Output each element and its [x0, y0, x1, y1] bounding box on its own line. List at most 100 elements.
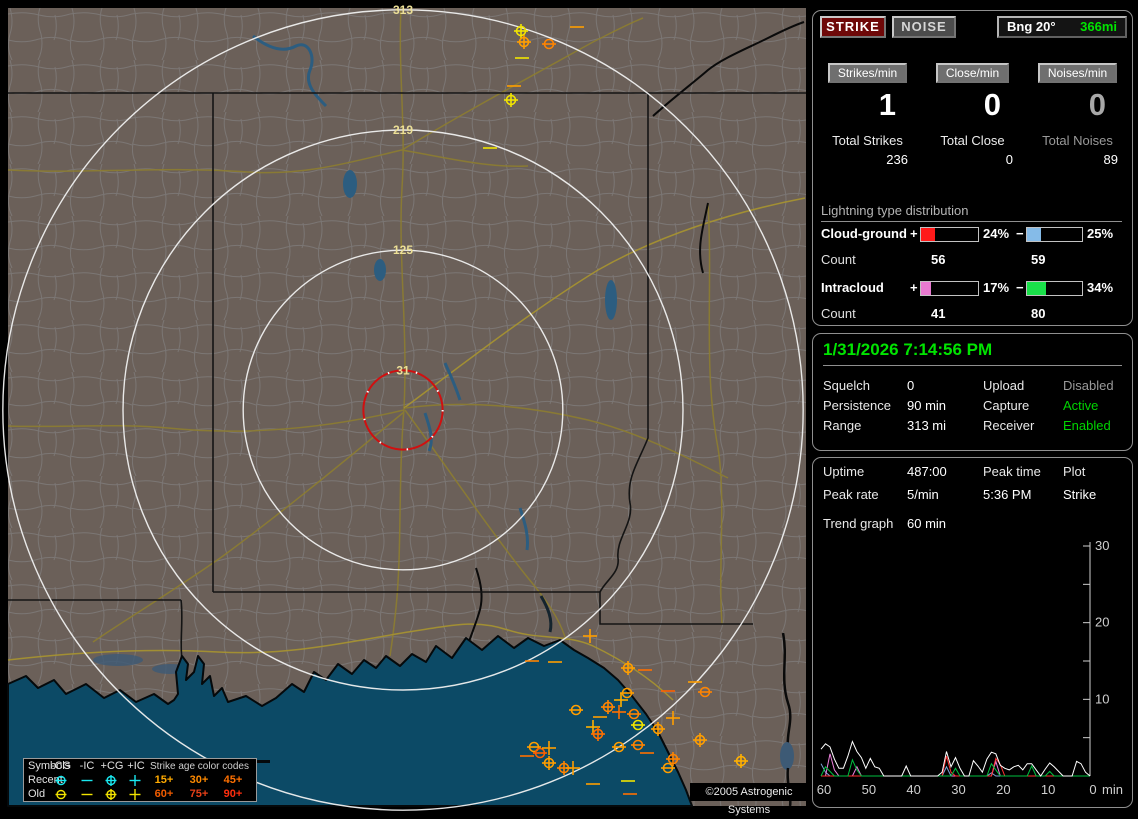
uptime-value: 487:00: [907, 464, 947, 479]
uptime-label: Uptime: [823, 464, 864, 479]
legend-ic_neg-icon: [78, 788, 96, 801]
bearing-display: Bng 20° 366mi: [997, 16, 1127, 38]
age-code-60: 60+: [150, 788, 178, 800]
total-close-value: 0: [924, 152, 1021, 167]
cg-pos-count: 56: [931, 252, 945, 267]
age-code-90: 90+: [219, 788, 247, 800]
intracloud-row: Intracloud + 17% − 34%: [813, 280, 1132, 298]
trend-y-tick-label: 10: [1095, 691, 1109, 706]
app-window: { "header": { "strike_button": "STRIKE",…: [0, 0, 1138, 812]
distribution-title: Lightning type distribution: [821, 203, 1122, 222]
trend-graph-value: 60 min: [907, 516, 946, 531]
range-ring-label: 219: [393, 123, 413, 137]
ic-neg-count: 80: [1031, 306, 1045, 321]
stats-box: STRIKE NOISE Bng 20° 366mi Strikes/min 1…: [812, 10, 1133, 326]
persistence-label: Persistence: [823, 398, 891, 413]
map-canvas: 12521931331: [8, 8, 806, 806]
legend-col-ic-pos: +IC: [123, 760, 149, 772]
cloud-ground-count-row: Count 56 59: [813, 252, 1132, 270]
minus-sign: −: [1016, 280, 1024, 295]
cg-pos-pct: 24%: [983, 226, 1009, 241]
trend-graph-label: Trend graph: [823, 516, 893, 531]
receiver-value: Enabled: [1063, 418, 1111, 433]
trend-series--cg: [821, 764, 1090, 776]
trend-x-tick-label: 30: [951, 782, 965, 797]
age-code-45: 45+: [219, 774, 247, 786]
legend-row-old-label: Old: [28, 788, 45, 800]
upload-value: Disabled: [1063, 378, 1114, 393]
bearing-range-value: 366mi: [1080, 18, 1117, 36]
status-box: 1/31/2026 7:14:56 PM Squelch 0 Persisten…: [812, 333, 1133, 451]
strikes-per-min-value: 1: [819, 87, 916, 123]
plot-label: Plot: [1063, 464, 1085, 479]
legend-ic_pos-icon: [126, 788, 144, 801]
legend-age-header: Strike age color codes: [150, 761, 254, 772]
range-ring-label: 125: [393, 243, 413, 257]
capture-value: Active: [1063, 398, 1098, 413]
plus-sign: +: [910, 280, 918, 295]
trend-y-axis: [1083, 542, 1090, 776]
minus-sign: −: [1016, 226, 1024, 241]
noise-button[interactable]: NOISE: [892, 16, 956, 38]
legend-col-cg-pos: +CG: [99, 760, 125, 772]
total-strikes-label: Total Strikes: [819, 133, 916, 148]
ic-neg-pct: 34%: [1087, 280, 1113, 295]
cloud-ground-row: Cloud-ground + 24% − 25%: [813, 226, 1132, 244]
cg-pos-strike-icon: [106, 789, 117, 800]
noises-column: Noises/min 0 Total Noises 89: [1029, 63, 1126, 167]
legend-ic_neg-icon: [78, 774, 96, 787]
cg-pos-strike-icon: [106, 775, 117, 786]
receiver-label: Receiver: [983, 418, 1034, 433]
peak-time-value: 5:36 PM: [983, 487, 1031, 502]
rate-columns: Strikes/min 1 Total Strikes 236 Close/mi…: [819, 63, 1126, 167]
squelch-value: 0: [907, 378, 914, 393]
close-per-min-value: 0: [924, 87, 1021, 123]
bearing-label: Bng 20°: [1007, 18, 1056, 36]
ic-pos-pct: 17%: [983, 280, 1009, 295]
strikes-per-min-button[interactable]: Strikes/min: [828, 63, 907, 83]
range-value: 313 mi: [907, 418, 946, 433]
noises-per-min-button[interactable]: Noises/min: [1038, 63, 1117, 83]
range-ring-label: 313: [393, 3, 413, 17]
count-label: Count: [821, 252, 856, 267]
legend-col-ic-neg: -IC: [75, 760, 99, 772]
peak-time-label: Peak time: [983, 464, 1041, 479]
cloud-ground-label: Cloud-ground: [821, 226, 907, 241]
plot-mode-value: Strike: [1063, 487, 1096, 502]
session-box: Uptime 487:00 Peak time Plot Peak rate 5…: [812, 457, 1133, 808]
legend-cg_pos-icon: [102, 774, 120, 787]
age-code-30: 30+: [185, 774, 213, 786]
copyright-bar: ©2005 Astrogenic Systems: [690, 783, 808, 801]
trend-x-tick-label: 50: [862, 782, 876, 797]
cg-pos-bar: [920, 227, 979, 242]
trend-y-tick-label: 20: [1095, 615, 1109, 630]
intracloud-label: Intracloud: [821, 280, 884, 295]
close-per-min-button[interactable]: Close/min: [936, 63, 1009, 83]
plus-sign: +: [910, 226, 918, 241]
legend-ic_pos-icon: [126, 774, 144, 787]
cg-neg-bar: [1026, 227, 1083, 242]
trend-x-tick-label: 10: [1041, 782, 1055, 797]
legend-cg_neg-icon: [52, 788, 70, 801]
ic-pos-count: 41: [931, 306, 945, 321]
datetime-display: 1/31/2026 7:14:56 PM: [823, 340, 1122, 366]
peak-rate-label: Peak rate: [823, 487, 879, 502]
range-ring-label: 31: [396, 363, 410, 377]
peak-rate-value: 5/min: [907, 487, 939, 502]
intracloud-count-row: Count 41 80: [813, 306, 1132, 324]
trend-graph: 1020306050403020100min: [813, 536, 1132, 802]
upload-label: Upload: [983, 378, 1024, 393]
map-legend: Symbols -CG -IC +CG +IC Strike age color…: [23, 758, 257, 802]
strike-button[interactable]: STRIKE: [820, 16, 886, 38]
trend-x-tick-label: 60: [817, 782, 831, 797]
trend-x-unit-label: min: [1102, 782, 1123, 797]
capture-label: Capture: [983, 398, 1029, 413]
map-panel[interactable]: 12521931331 Symbols -CG -IC +CG +IC Stri…: [8, 8, 806, 806]
age-code-15: 15+: [150, 774, 178, 786]
persistence-value: 90 min: [907, 398, 946, 413]
total-strikes-value: 236: [819, 152, 916, 167]
cg-neg-strike-icon: [56, 777, 67, 785]
trend-x-tick-label: 40: [906, 782, 920, 797]
ic-pos-bar: [920, 281, 979, 296]
age-code-75: 75+: [185, 788, 213, 800]
